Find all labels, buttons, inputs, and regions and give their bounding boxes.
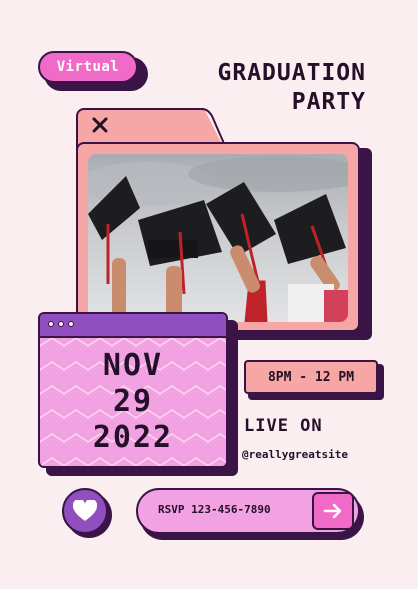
title-line-2: PARTY (291, 89, 366, 115)
window-dot-1 (48, 321, 54, 327)
graduation-caps-photo (88, 154, 348, 322)
date-day: 29 (112, 384, 154, 419)
live-on-heading: LIVE ON (244, 416, 323, 436)
virtual-badge: Virtual (38, 51, 138, 83)
window-title-bar (40, 314, 226, 338)
event-date: NOV 29 2022 (40, 348, 226, 456)
date-month: NOV (102, 348, 164, 383)
rsvp-label: RSVP 123-456-7890 (158, 503, 271, 516)
heart-button[interactable] (62, 488, 108, 534)
date-year: 2022 (92, 420, 174, 455)
close-icon[interactable] (92, 116, 108, 136)
window-dot-2 (58, 321, 64, 327)
rsvp-arrow-button[interactable] (312, 492, 354, 530)
title-line-1: GRADUATION (217, 60, 366, 86)
arrow-right-icon (323, 503, 342, 519)
date-window: NOV 29 2022 (38, 312, 228, 468)
heart-icon (73, 500, 97, 521)
page-title: GRADUATION PARTY (218, 59, 366, 117)
website-handle[interactable]: @reallygreatsite (242, 448, 348, 461)
event-time: 8PM - 12 PM (244, 360, 378, 394)
rsvp-bar[interactable]: RSVP 123-456-7890 (136, 488, 360, 534)
window-dot-3 (68, 321, 74, 327)
